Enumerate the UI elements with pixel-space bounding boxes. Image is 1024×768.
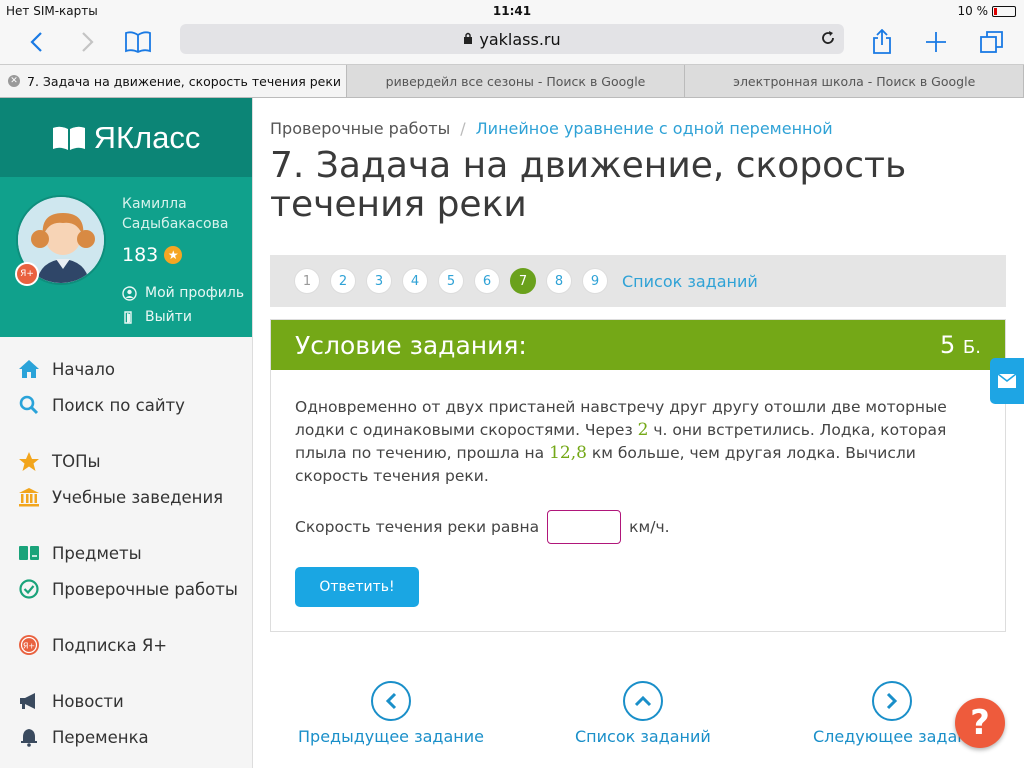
submit-button[interactable]: Ответить!	[295, 567, 419, 607]
feedback-tab[interactable]	[990, 358, 1024, 404]
new-tab-icon[interactable]	[920, 26, 952, 58]
page-9[interactable]: 9	[582, 268, 608, 294]
mail-icon	[998, 374, 1016, 388]
books-icon	[18, 542, 40, 564]
task-header: Условие задания: 5 Б.	[271, 320, 1005, 370]
logo[interactable]: ЯКласс	[0, 98, 252, 177]
bell-icon	[18, 726, 40, 748]
task-statement: Одновременно от двух пристаней навстречу…	[295, 398, 947, 485]
user-profile: Я+ Камилла Садыбакасова 183 ★ Мой профил…	[0, 177, 252, 337]
page-5[interactable]: 5	[438, 268, 464, 294]
page-1[interactable]: 1	[294, 268, 320, 294]
tab-eschool[interactable]: электронная школа - Поиск в Google	[685, 65, 1024, 97]
book-logo-icon	[52, 126, 85, 150]
breadcrumb: Проверочные работы / Линейное уравнение с …	[270, 119, 833, 138]
prev-task-link[interactable]: Предыдущее задание	[298, 681, 484, 746]
answer-label: Скорость течения реки равна	[295, 518, 540, 536]
ya-plus-badge: Я+	[15, 262, 39, 286]
page-3[interactable]: 3	[366, 268, 392, 294]
logout-link[interactable]: Выйти	[122, 309, 192, 325]
help-button[interactable]: ?	[955, 698, 1005, 748]
share-icon[interactable]	[866, 26, 898, 58]
url-text: yaklass.ru	[479, 29, 561, 49]
task-list-bottom-link[interactable]: Список заданий	[575, 681, 711, 746]
tab-task[interactable]: ✕ 7. Задача на движение, скорость течени…	[0, 65, 347, 97]
star-icon	[18, 450, 40, 472]
answer-input[interactable]	[547, 510, 622, 544]
status-bar: Нет SIM-карты 11:41 10 %	[0, 0, 1024, 22]
answer-row: Скорость течения реки равна км/ч.	[295, 510, 670, 544]
sidebar-nav: Начало Поиск по сайту ТОПы Учебные завед…	[0, 337, 252, 755]
battery-label: 10 %	[957, 4, 989, 18]
tabs-overview-icon[interactable]	[976, 26, 1008, 58]
chevron-up-icon	[622, 681, 663, 721]
chevron-left-icon	[370, 681, 411, 721]
logout-icon	[124, 310, 132, 324]
sidebar-item-subjects[interactable]: Предметы	[0, 535, 252, 571]
page-4[interactable]: 4	[402, 268, 428, 294]
user-name: Камилла Садыбакасова	[122, 196, 229, 232]
distance-value: 12,8	[549, 443, 587, 463]
page-2[interactable]: 2	[330, 268, 356, 294]
bottom-navigation: Предыдущее задание Список заданий Следую…	[270, 681, 1024, 751]
task-list-link[interactable]: Список заданий	[622, 272, 758, 291]
page-8[interactable]: 8	[546, 268, 572, 294]
close-tab-icon[interactable]: ✕	[8, 75, 20, 87]
task-pager: 1 2 3 4 5 6 7 8 9 Список заданий	[270, 255, 1006, 307]
clock: 11:41	[492, 4, 532, 18]
sidebar: ЯКласс Я+ Камилла Садыбакасова 183 ★ Мой	[0, 98, 253, 768]
institution-icon	[18, 486, 40, 508]
task-header-title: Условие задания:	[295, 330, 527, 360]
answer-unit: км/ч.	[629, 518, 670, 536]
check-circle-icon	[18, 578, 40, 600]
sidebar-item-tests[interactable]: Проверочные работы	[0, 571, 252, 607]
task-points: 5 Б.	[940, 331, 981, 359]
main-content: Проверочные работы / Линейное уравнение с …	[254, 98, 1024, 768]
bookmarks-icon[interactable]	[122, 26, 154, 58]
breadcrumb-current[interactable]: Линейное уравнение с одной переменной	[476, 119, 833, 138]
page-7[interactable]: 7	[510, 268, 536, 294]
address-bar[interactable]: yaklass.ru	[180, 24, 844, 54]
user-points: 183 ★	[122, 244, 183, 266]
svg-text:Я+: Я+	[23, 642, 35, 651]
user-icon	[122, 285, 137, 301]
task-card: Условие задания: 5 Б. Одновременно от дв…	[270, 319, 1006, 632]
sidebar-item-tops[interactable]: ТОПы	[0, 443, 252, 479]
battery-icon	[992, 5, 1016, 17]
browser-toolbar: yaklass.ru	[0, 22, 1024, 64]
page-6[interactable]: 6	[474, 268, 500, 294]
reload-icon[interactable]	[820, 30, 836, 50]
browser-tabs: ✕ 7. Задача на движение, скорость течени…	[0, 64, 1024, 98]
lock-icon	[463, 30, 473, 49]
sidebar-item-news[interactable]: Новости	[0, 683, 252, 719]
forward-icon[interactable]	[72, 26, 104, 58]
sidebar-item-institutions[interactable]: Учебные заведения	[0, 479, 252, 515]
breadcrumb-root[interactable]: Проверочные работы	[270, 119, 450, 138]
search-icon	[18, 394, 40, 416]
chevron-right-icon	[872, 681, 912, 721]
home-icon	[18, 358, 40, 380]
sidebar-item-break[interactable]: Переменка	[0, 719, 252, 755]
sidebar-item-subscription[interactable]: Я+ Подписка Я+	[0, 627, 252, 663]
star-badge-icon: ★	[164, 246, 183, 264]
back-icon[interactable]	[20, 26, 52, 58]
ya-plus-icon: Я+	[18, 634, 40, 656]
tab-riverdale[interactable]: ривердейл все сезоны - Поиск в Google	[347, 65, 686, 97]
sidebar-item-home[interactable]: Начало	[0, 351, 252, 387]
megaphone-icon	[18, 690, 40, 712]
my-profile-link[interactable]: Мой профиль	[122, 285, 244, 301]
brand-name: ЯКласс	[93, 119, 201, 155]
hours-value: 2	[637, 420, 649, 440]
page-title: 7. Задача на движение, скорость течения …	[270, 145, 907, 225]
sidebar-item-search[interactable]: Поиск по сайту	[0, 387, 252, 423]
